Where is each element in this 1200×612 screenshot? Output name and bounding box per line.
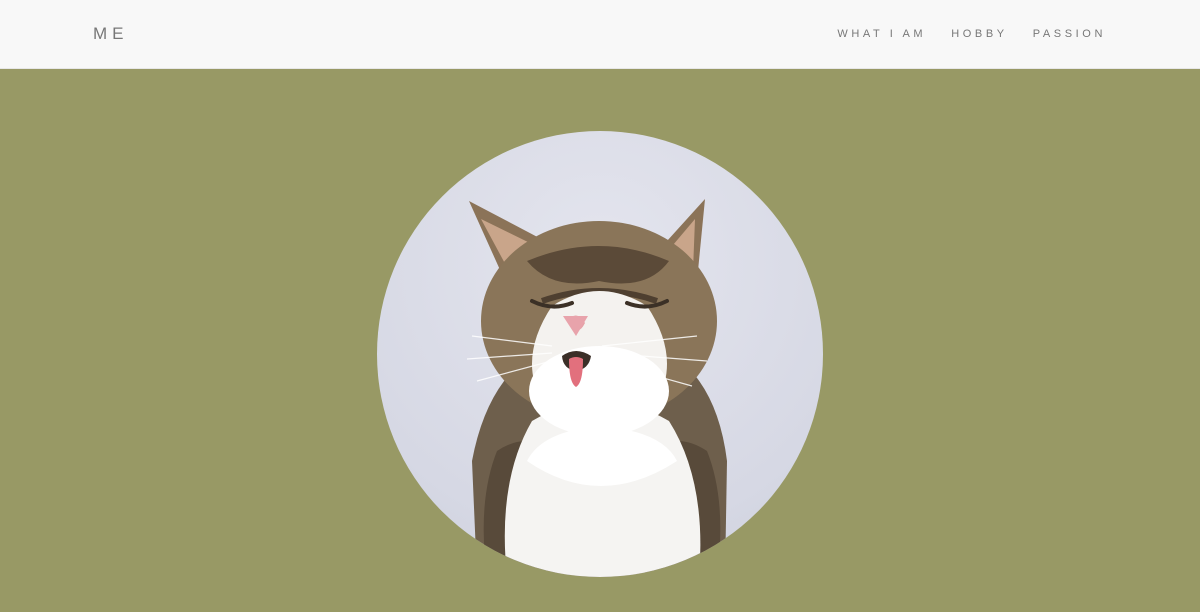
nav-link-what-i-am[interactable]: WHAT I AM [837,27,926,41]
cat-illustration [466,199,727,577]
top-navbar: ME WHAT I AM HOBBY PASSION [0,0,1200,69]
cat-avatar-image [377,131,823,577]
hero-section [0,69,1200,612]
nav-link-passion[interactable]: PASSION [1033,27,1106,41]
nav-links: WHAT I AM HOBBY PASSION [812,27,1106,41]
brand-link[interactable]: ME [93,24,129,44]
nav-link-hobby[interactable]: HOBBY [951,27,1008,41]
